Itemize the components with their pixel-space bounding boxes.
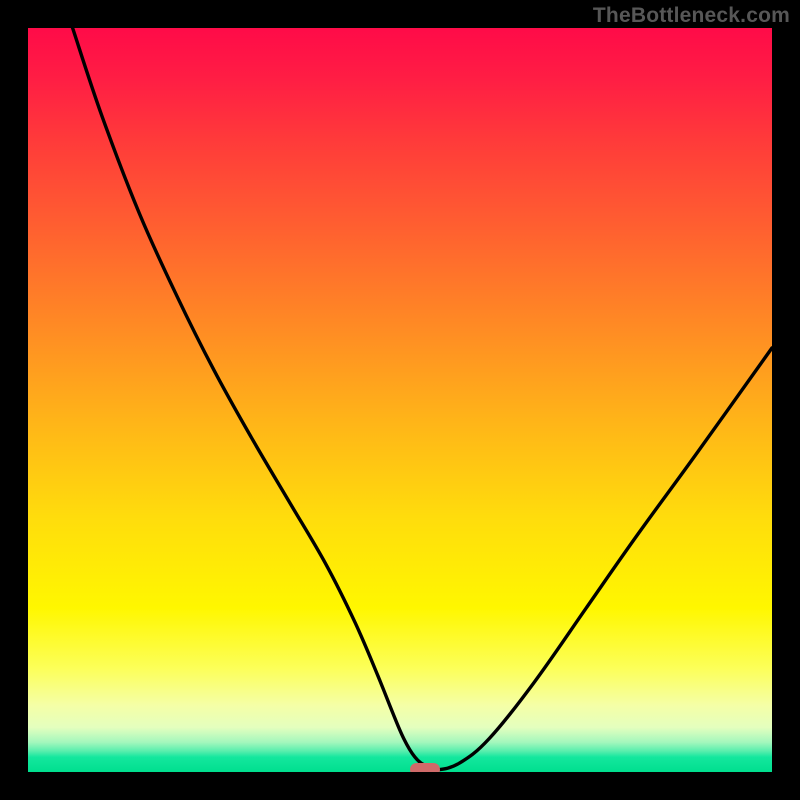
watermark-text: TheBottleneck.com [593, 4, 790, 28]
bottleneck-curve [28, 28, 772, 772]
chart-frame: TheBottleneck.com [0, 0, 800, 800]
plot-area [28, 28, 772, 772]
curve-path [73, 28, 772, 770]
optimal-marker [410, 763, 440, 772]
